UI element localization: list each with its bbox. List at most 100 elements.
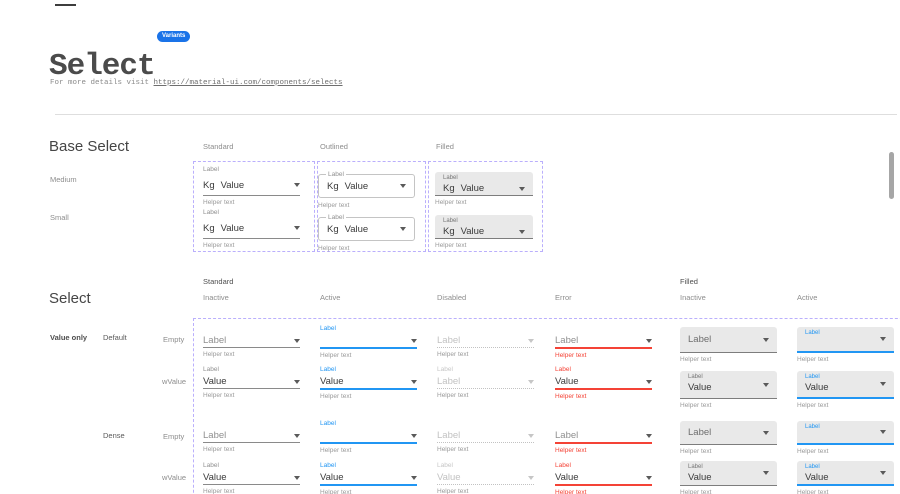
select-label — [203, 324, 300, 334]
dropdown-arrow-icon — [763, 338, 769, 342]
select-value: Label — [203, 430, 226, 441]
select-standard-disabled-row3[interactable]: LabelValueHelper text — [437, 461, 534, 494]
filled-box: Label — [797, 421, 894, 445]
select-underline — [555, 388, 652, 390]
select-standard-active-row3[interactable]: LabelValueHelper text — [320, 461, 417, 494]
select-label: Label — [688, 464, 769, 471]
select-value-row: Value — [320, 375, 417, 388]
select-value: Value — [203, 472, 227, 483]
scrollbar-thumb[interactable] — [889, 152, 894, 199]
select-label: Label — [320, 324, 417, 334]
select-value-row — [320, 429, 417, 442]
dropdown-arrow-icon — [528, 339, 534, 343]
helper-text: Helper text — [797, 356, 894, 363]
filled-box: LabelValue — [797, 371, 894, 399]
select-filled-inactive-row0[interactable]: Label Helper text — [680, 327, 777, 363]
select-filled-active-row0[interactable]: Label Helper text — [797, 327, 894, 363]
select-value-row: Label — [203, 334, 300, 347]
select-value: Value — [688, 382, 769, 393]
select-label: Label — [805, 464, 886, 471]
filled-box: LabelValue — [680, 461, 777, 486]
helper-text: Helper text — [797, 402, 894, 409]
select-label: Label — [805, 424, 886, 431]
select-standard-inactive-row0[interactable]: LabelHelper text — [203, 324, 300, 358]
select-standard-inactive-row1[interactable]: LabelValueHelper text — [203, 365, 300, 399]
select-value: Label — [437, 335, 460, 346]
select-label: Label — [437, 461, 534, 471]
helper-text: Helper text — [437, 446, 534, 453]
dropdown-arrow-icon — [294, 339, 300, 343]
select-filled-inactive-row2[interactable]: LabelHelper text — [680, 421, 777, 455]
select-value-row: Value — [555, 471, 652, 484]
select-label: Label — [437, 365, 534, 375]
helper-text: Helper text — [437, 488, 534, 494]
select-standard-error-row1[interactable]: LabelValueHelper text — [555, 365, 652, 400]
select-filled-active-row1[interactable]: LabelValue Helper text — [797, 371, 894, 409]
select-filled-active-row3[interactable]: LabelValue Helper text — [797, 461, 894, 494]
select-label: Label — [805, 330, 886, 337]
select-grid: Label Helper text Label Helper text Label Hel… — [0, 0, 900, 494]
select-value: Label — [555, 430, 578, 441]
select-underline — [203, 442, 300, 443]
select-value: Label — [437, 430, 460, 441]
select-standard-disabled-row1[interactable]: LabelLabelHelper text — [437, 365, 534, 399]
helper-text: Helper text — [797, 489, 894, 494]
select-label — [555, 324, 652, 334]
select-value: Label — [555, 335, 578, 346]
select-standard-active-row2[interactable]: LabelHelper text — [320, 419, 417, 454]
select-standard-error-row2[interactable]: Label Helper text — [555, 419, 652, 454]
helper-text: Helper text — [203, 488, 300, 494]
select-underline — [203, 388, 300, 389]
select-standard-disabled-row0[interactable]: LabelHelper text — [437, 324, 534, 358]
helper-text: Helper text — [555, 393, 652, 400]
select-filled-active-row2[interactable]: Label Helper text — [797, 421, 894, 455]
select-standard-error-row3[interactable]: LabelValueHelper text — [555, 461, 652, 494]
dropdown-arrow-icon — [528, 434, 534, 438]
select-underline — [320, 484, 417, 486]
dropdown-arrow-icon — [646, 380, 652, 384]
select-standard-inactive-row3[interactable]: LabelValueHelper text — [203, 461, 300, 494]
select-standard-error-row0[interactable]: LabelHelper text — [555, 324, 652, 359]
select-value-row: Value — [320, 471, 417, 484]
dropdown-arrow-icon — [646, 476, 652, 480]
dropdown-arrow-icon — [411, 380, 417, 384]
select-value: Value — [805, 472, 886, 483]
select-standard-disabled-row2[interactable]: Label Helper text — [437, 419, 534, 453]
select-value-row: Label — [555, 429, 652, 442]
helper-text: Helper text — [680, 448, 777, 455]
select-underline — [437, 388, 534, 389]
select-standard-inactive-row2[interactable]: LabelHelper text — [203, 419, 300, 453]
select-label — [203, 419, 300, 429]
select-value-row: Label — [437, 429, 534, 442]
select-value: Value — [320, 376, 344, 387]
select-label: Label — [320, 419, 417, 429]
helper-text: Helper text — [797, 448, 894, 455]
select-label: Label — [203, 365, 300, 375]
select-label: Label — [688, 374, 769, 381]
select-standard-active-row1[interactable]: LabelValueHelper text — [320, 365, 417, 400]
select-standard-active-row0[interactable]: Label Helper text — [320, 324, 417, 359]
helper-text: Helper text — [680, 489, 777, 494]
select-filled-inactive-row1[interactable]: LabelValueHelper text — [680, 371, 777, 409]
select-value-row — [320, 334, 417, 347]
select-underline — [203, 484, 300, 485]
dropdown-arrow-icon — [411, 476, 417, 480]
select-label: Label — [805, 374, 886, 381]
helper-text: Helper text — [555, 447, 652, 454]
select-value-row: Value — [203, 375, 300, 388]
select-underline — [320, 442, 417, 444]
select-label: Label — [555, 461, 652, 471]
dropdown-arrow-icon — [763, 383, 769, 387]
filled-box: Label — [680, 327, 777, 353]
filled-box: Label — [797, 327, 894, 353]
select-filled-inactive-row3[interactable]: LabelValue Helper text — [680, 461, 777, 494]
dropdown-arrow-icon — [763, 431, 769, 435]
dropdown-arrow-icon — [294, 380, 300, 384]
helper-text: Helper text — [320, 352, 417, 359]
design-spec-canvas: Select Variants For more details visit h… — [0, 0, 900, 494]
select-value-row: Value — [555, 375, 652, 388]
select-value-row: Label — [437, 375, 534, 388]
select-underline — [437, 484, 534, 485]
select-value-row: Label — [203, 429, 300, 442]
helper-text: Helper text — [680, 356, 777, 363]
